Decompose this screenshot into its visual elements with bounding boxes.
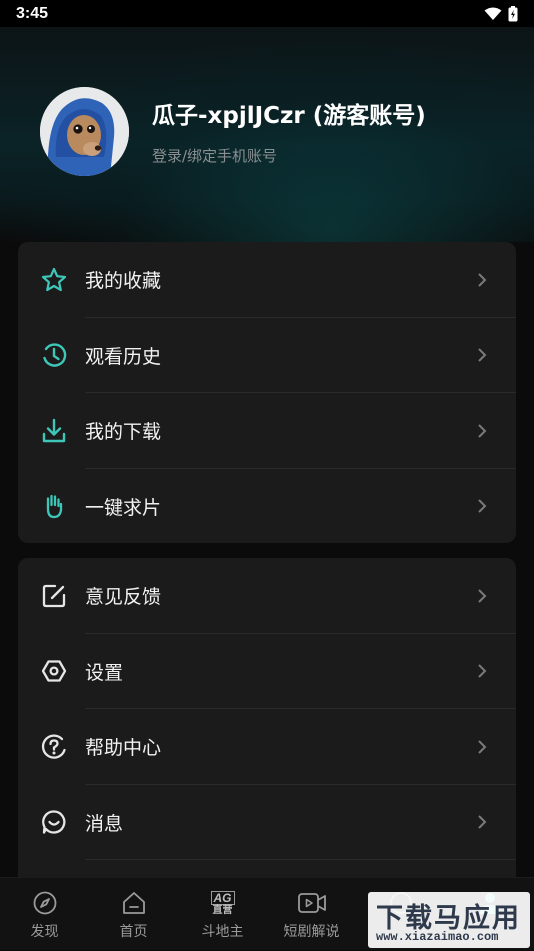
menu-item-label: 我的收藏 [85,270,162,293]
chevron-right-icon [478,348,487,362]
menu-item-label: 意见反馈 [85,586,162,609]
status-icons [484,5,518,22]
menu-item-history[interactable]: 观看历史 [18,318,516,393]
tab-home[interactable]: 首页 [89,878,178,951]
tab-short-drama[interactable]: 短剧解说 [267,878,356,951]
menu-item-feedback[interactable]: 意见反馈 [18,558,516,634]
hexagon-gear-icon [41,660,67,682]
ag-badge-icon: AG 直营 [208,888,238,918]
menu-card-primary: 我的收藏 观看历史 我的下载 一键求片 [18,242,516,543]
chevron-right-icon [478,424,487,438]
chevron-right-icon [478,589,487,603]
menu-item-help-center[interactable]: 帮助中心 [18,709,516,785]
menu-item-favorites[interactable]: 我的收藏 [18,242,516,318]
tab-label: 发现 [30,924,59,940]
download-icon [42,418,66,442]
menu-card-secondary: 意见反馈 设置 帮助中心 消息 [18,558,516,898]
menu-item-label: 帮助中心 [85,737,162,760]
chevron-right-icon [478,740,487,754]
divider [85,859,516,860]
menu-item-label: 设置 [85,661,124,684]
wifi-icon [484,7,502,20]
chevron-right-icon [478,499,487,513]
battery-icon [508,5,518,21]
username: 瓜子-xpjlJCzr (游客账号) [152,103,426,129]
tab-label: 短剧解说 [283,924,340,940]
edit-icon [42,584,66,607]
menu-item-label: 一键求片 [85,496,162,519]
tab-label: 首页 [119,924,148,940]
menu-item-downloads[interactable]: 我的下载 [18,393,516,469]
avatar-image [40,87,129,176]
avatar[interactable] [40,87,129,176]
ag-badge-bottom: 直营 [212,904,233,916]
ag-badge-top: AG [210,890,235,905]
menu-item-label: 消息 [85,812,124,835]
tab-discover[interactable]: 发现 [0,878,89,951]
chevron-right-icon [478,273,487,287]
menu-item-settings[interactable]: 设置 [18,634,516,709]
chevron-right-icon [478,664,487,678]
watermark: 下载马应用 www.xiazaimao.com [368,892,530,948]
menu-item-label: 我的下载 [85,421,162,444]
home-icon [122,892,145,914]
clock-icon [43,343,67,367]
status-time: 3:45 [16,4,49,22]
star-icon [41,267,67,291]
compass-icon [33,891,56,915]
video-icon [297,893,326,913]
tab-label: 斗地主 [201,924,244,940]
watermark-url: www.xiazaimao.com [376,930,499,944]
tab-doudizhu[interactable]: AG 直营 斗地主 [178,878,267,951]
login-bind-phone-link[interactable]: 登录/绑定手机账号 [152,145,277,166]
hand-icon [46,495,63,519]
message-icon [42,810,66,834]
menu-item-request-video[interactable]: 一键求片 [18,469,516,544]
menu-item-label: 观看历史 [85,345,162,368]
status-bar: 3:45 [0,0,534,27]
chevron-right-icon [478,815,487,829]
menu-item-messages[interactable]: 消息 [18,785,516,860]
help-icon [41,734,66,759]
